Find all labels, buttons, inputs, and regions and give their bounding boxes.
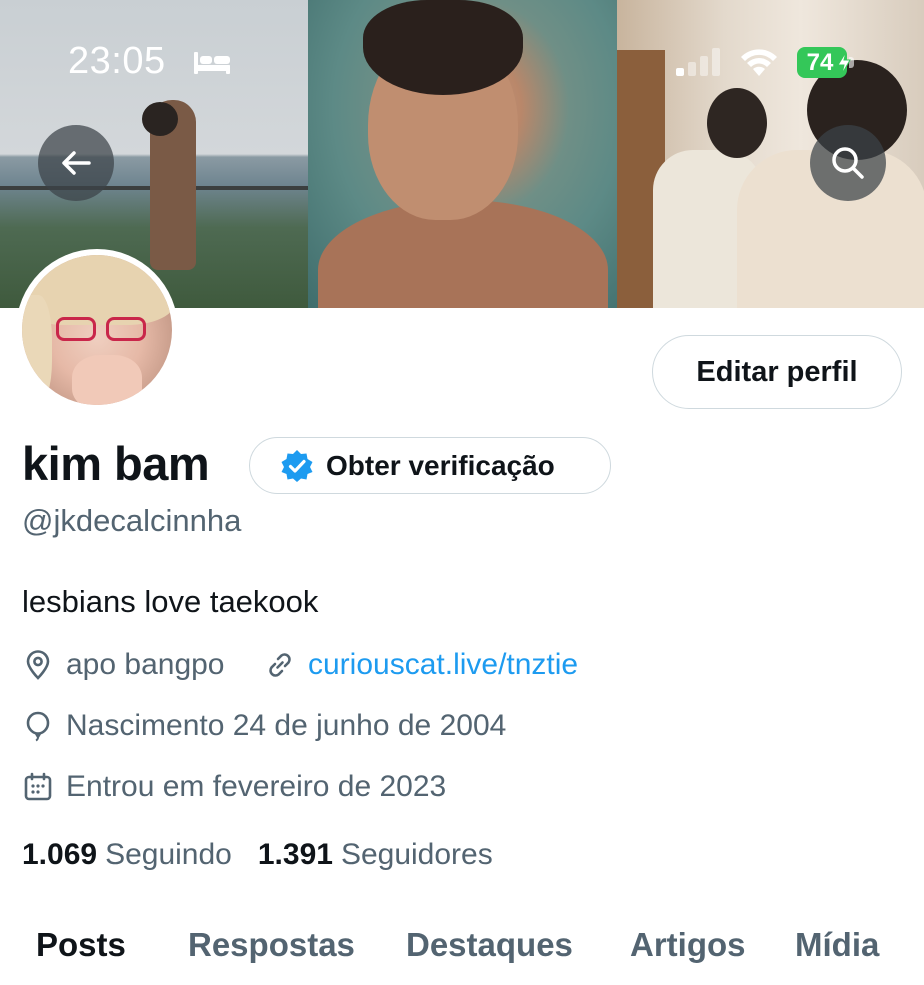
username-handle: @jkdecalcinnha <box>22 503 242 538</box>
tab-replies[interactable]: Respostas <box>188 926 355 964</box>
tab-highlights[interactable]: Destaques <box>406 926 573 964</box>
joined-row: Entrou em fevereiro de 2023 <box>22 770 446 804</box>
website-link[interactable]: curiouscat.live/tnztie <box>308 648 578 682</box>
follow-stats: 1.069 Seguindo 1.391 Seguidores <box>22 838 519 872</box>
following-label: Seguindo <box>105 838 232 871</box>
banner-photo-portrait <box>308 0 617 308</box>
tab-articles[interactable]: Artigos <box>630 926 746 964</box>
edit-profile-button[interactable]: Editar perfil <box>652 335 902 409</box>
location-pin-icon <box>26 650 50 680</box>
tab-posts[interactable]: Posts <box>36 926 126 964</box>
joined-text: Entrou em fevereiro de 2023 <box>66 770 447 803</box>
location-text: apo bangpo <box>66 648 225 681</box>
get-verified-button[interactable]: Obter verificação <box>249 437 611 494</box>
birthdate-row: Nascimento 24 de junho de 2004 <box>22 709 506 743</box>
followers-link[interactable]: 1.391 Seguidores <box>258 838 493 872</box>
signal-icon <box>676 48 720 76</box>
bio: lesbians love taekook <box>22 584 319 619</box>
avatar-photo <box>22 255 172 405</box>
followers-count: 1.391 <box>257 838 333 871</box>
get-verified-label: Obter verificação <box>326 449 555 481</box>
tab-media[interactable]: Mídia <box>795 926 879 964</box>
followers-label: Seguidores <box>340 838 493 871</box>
wifi-icon <box>741 49 777 76</box>
link-icon <box>269 653 291 677</box>
status-time: 23:05 <box>68 40 166 82</box>
verified-badge-icon <box>281 449 313 482</box>
search-button[interactable] <box>810 125 886 201</box>
charging-bolt-icon <box>837 52 851 74</box>
avatar[interactable] <box>16 249 178 411</box>
following-link[interactable]: 1.069 Seguindo <box>22 838 232 872</box>
following-count: 1.069 <box>22 838 98 871</box>
display-name: kim bam <box>22 437 210 490</box>
balloon-icon <box>26 711 50 742</box>
search-icon <box>832 147 864 179</box>
back-button[interactable] <box>38 125 114 201</box>
location-row: apo bangpo <box>22 648 225 682</box>
back-arrow-icon <box>62 151 91 175</box>
calendar-icon <box>24 772 52 801</box>
profile-tabs: Posts Respostas Destaques Artigos Mídia <box>0 918 924 985</box>
bed-icon <box>194 52 230 74</box>
birthdate-text: Nascimento 24 de junho de 2004 <box>66 709 507 742</box>
battery-indicator: 74 <box>797 47 855 78</box>
website-row[interactable]: curiouscat.live/tnztie <box>264 648 578 682</box>
